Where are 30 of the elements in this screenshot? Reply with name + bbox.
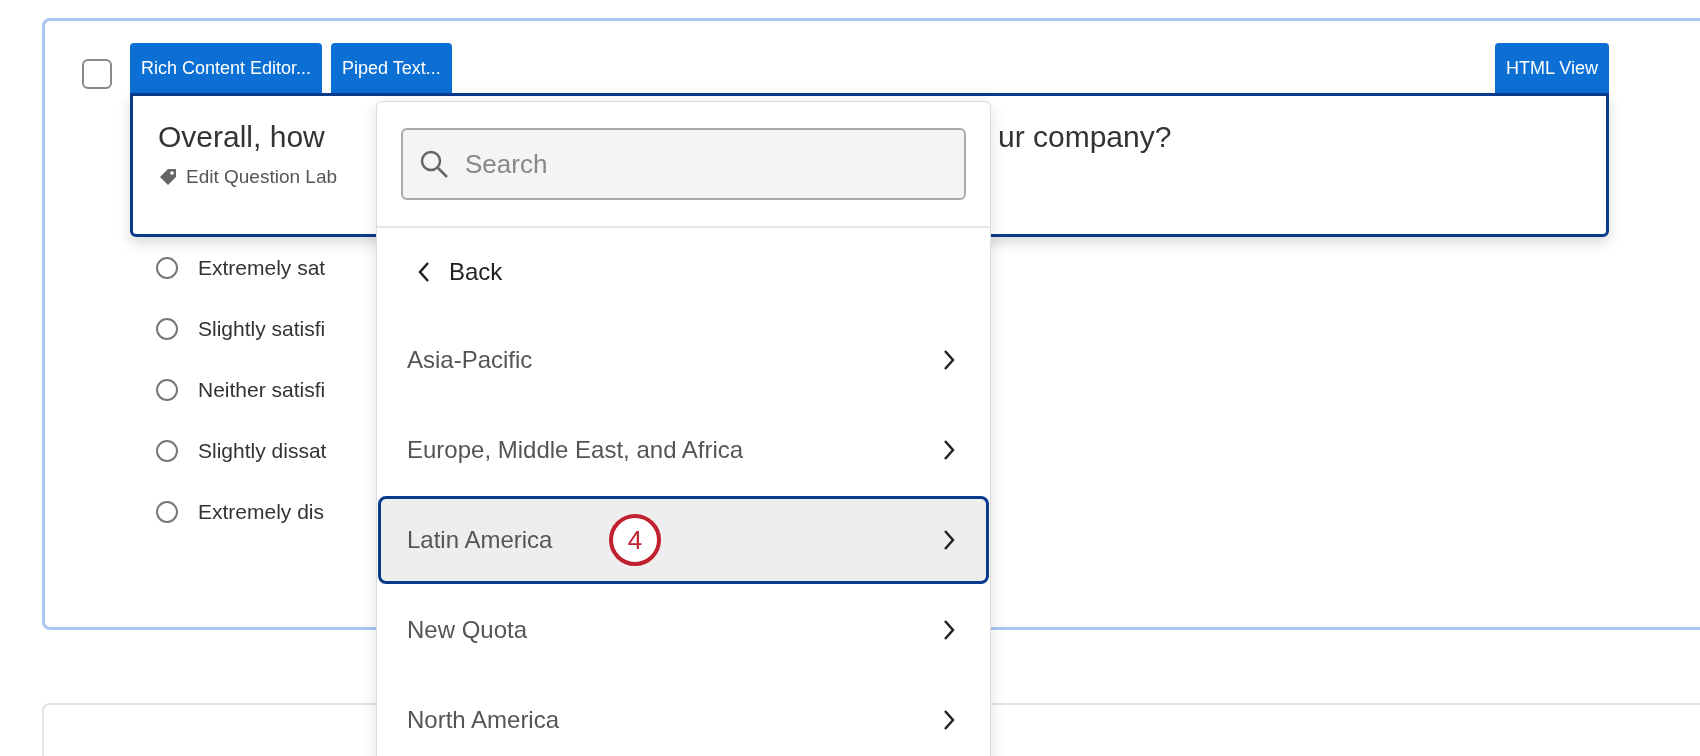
search-input[interactable]: Search [463, 147, 948, 181]
radio-button[interactable] [156, 317, 178, 340]
step-number-badge: 4 [609, 514, 661, 566]
answer-option: Slightly dissat [198, 438, 327, 463]
chevron-right-icon [942, 619, 956, 641]
search-field[interactable]: Search [401, 128, 966, 200]
chevron-right-icon [942, 349, 956, 371]
menu-item[interactable]: Latin America 4 [378, 496, 989, 584]
chevron-right-icon [942, 439, 956, 461]
answer-option: Extremely dis [198, 499, 325, 524]
toolbar-button[interactable]: Rich Content Editor... [130, 43, 323, 93]
tag-icon [158, 167, 178, 187]
chevron-right-icon [942, 529, 956, 551]
back-button[interactable]: Back [417, 250, 503, 294]
radio-button[interactable] [156, 378, 178, 401]
toolbar-button[interactable]: Piped Text... [331, 43, 452, 93]
answer-option: Slightly satisfi [198, 316, 326, 341]
search-icon [419, 149, 449, 179]
radio-button[interactable] [156, 500, 178, 523]
radio-button[interactable] [156, 439, 178, 462]
question-text: ur company? [998, 120, 1172, 154]
radio-button[interactable] [156, 256, 178, 279]
checkbox[interactable] [82, 59, 112, 89]
toolbar-button[interactable]: HTML View [1494, 43, 1609, 93]
answer-option: Neither satisfi [198, 377, 326, 402]
chevron-right-icon [942, 709, 956, 731]
edit-question-label-link[interactable]: Edit Question Lab [186, 166, 338, 188]
question-text: Overall, how [158, 120, 326, 154]
chevron-left-icon [417, 261, 431, 283]
answer-option: Extremely sat [198, 255, 326, 280]
